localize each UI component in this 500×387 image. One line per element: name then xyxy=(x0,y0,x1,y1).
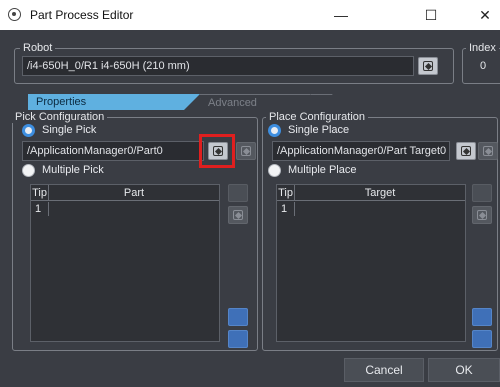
pick-part-cell[interactable] xyxy=(49,202,219,216)
multiple-place-radio[interactable] xyxy=(268,164,281,177)
ok-button[interactable]: OK xyxy=(428,358,500,382)
place-target-select-button[interactable] xyxy=(456,142,476,160)
pick-move-down-button[interactable] xyxy=(228,330,248,348)
close-button[interactable]: ✕ xyxy=(462,0,500,30)
edit-icon xyxy=(233,210,243,220)
place-add-button[interactable] xyxy=(472,184,492,202)
window-title: Part Process Editor xyxy=(30,8,134,22)
tab-properties-edge xyxy=(184,94,200,110)
title-bar: Part Process Editor — ☐ ✕ xyxy=(0,0,500,30)
place-target-cell[interactable] xyxy=(295,202,465,216)
table-row[interactable]: 1 xyxy=(277,202,465,216)
pick-tip-column-header[interactable]: Tip xyxy=(31,185,49,201)
pick-parts-table: Tip Part 1 xyxy=(30,184,220,342)
pick-part-column-header[interactable]: Part xyxy=(49,185,219,201)
single-place-label: Single Place xyxy=(288,124,350,136)
table-row[interactable]: 1 xyxy=(31,202,219,216)
single-place-radio[interactable] xyxy=(268,124,281,137)
place-move-down-button[interactable] xyxy=(472,330,492,348)
place-move-up-button[interactable] xyxy=(472,308,492,326)
pick-configuration-label: Pick Configuration xyxy=(12,111,108,123)
index-group-label: Index xyxy=(466,42,499,54)
place-tip-cell[interactable]: 1 xyxy=(277,202,295,216)
pick-parts-table-header: Tip Part xyxy=(31,185,219,201)
pick-part-clear-button[interactable] xyxy=(236,142,256,160)
place-target-path-field[interactable]: /ApplicationManager0/Part Target0 xyxy=(272,141,450,161)
tab-properties[interactable]: Properties xyxy=(28,94,184,110)
index-value[interactable]: 0 xyxy=(480,60,486,72)
place-tip-column-header[interactable]: Tip xyxy=(277,185,295,201)
tab-advanced-edge xyxy=(310,94,344,110)
minimize-button[interactable]: — xyxy=(318,0,364,30)
pick-add-button[interactable] xyxy=(228,184,248,202)
robot-group-label: Robot xyxy=(20,42,56,54)
robot-path-field[interactable]: /i4-650H_0/R1 i4-650H (210 mm) xyxy=(22,56,414,76)
place-configuration-label: Place Configuration xyxy=(266,111,369,123)
select-target-icon xyxy=(423,61,433,71)
multiple-place-label: Multiple Place xyxy=(288,164,357,176)
place-target-clear-button[interactable] xyxy=(478,142,498,160)
app-icon xyxy=(8,8,21,21)
tab-advanced[interactable]: Advanced xyxy=(200,94,310,110)
clear-icon xyxy=(483,146,493,156)
clear-icon xyxy=(241,146,251,156)
multiple-pick-label: Multiple Pick xyxy=(42,164,104,176)
pick-edit-button[interactable] xyxy=(228,206,248,224)
maximize-button[interactable]: ☐ xyxy=(408,0,454,30)
place-targets-table-header: Tip Target xyxy=(277,185,465,201)
pick-tip-cell[interactable]: 1 xyxy=(31,202,49,216)
annotation-highlight-box xyxy=(199,134,235,168)
pick-part-path-field[interactable]: /ApplicationManager0/Part0 xyxy=(22,141,204,161)
place-target-column-header[interactable]: Target xyxy=(295,185,465,201)
pick-move-up-button[interactable] xyxy=(228,308,248,326)
place-targets-table: Tip Target 1 xyxy=(276,184,466,342)
select-target-icon xyxy=(461,146,471,156)
robot-select-button[interactable] xyxy=(418,57,438,75)
single-pick-radio[interactable] xyxy=(22,124,35,137)
single-pick-label: Single Pick xyxy=(42,124,97,136)
place-edit-button[interactable] xyxy=(472,206,492,224)
multiple-pick-radio[interactable] xyxy=(22,164,35,177)
cancel-button[interactable]: Cancel xyxy=(344,358,424,382)
edit-icon xyxy=(477,210,487,220)
